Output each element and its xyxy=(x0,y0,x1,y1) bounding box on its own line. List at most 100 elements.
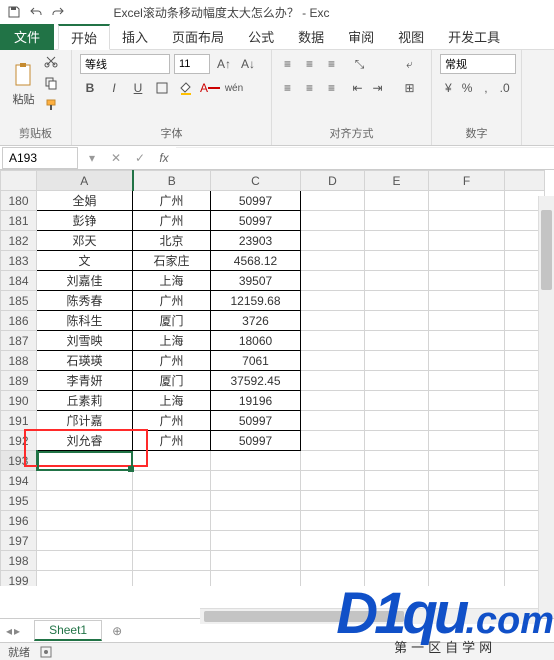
tab-insert[interactable]: 插入 xyxy=(110,24,160,50)
row-header[interactable]: 190 xyxy=(1,391,37,411)
cell[interactable]: 50997 xyxy=(211,431,301,451)
column-header[interactable]: D xyxy=(301,171,365,191)
cell[interactable] xyxy=(301,391,365,411)
cell[interactable] xyxy=(301,191,365,211)
row-header[interactable]: 193 xyxy=(1,451,37,471)
row-header[interactable]: 189 xyxy=(1,371,37,391)
column-header[interactable]: F xyxy=(429,171,505,191)
cell[interactable]: 刘允睿 xyxy=(37,431,133,451)
cell[interactable]: 刘嘉佳 xyxy=(37,271,133,291)
cell[interactable] xyxy=(301,211,365,231)
cell[interactable] xyxy=(133,451,211,471)
tab-nav-next-icon[interactable]: ▸ xyxy=(14,624,20,638)
cell[interactable] xyxy=(301,371,365,391)
merge-button[interactable]: ⊞ xyxy=(394,78,426,98)
cell[interactable] xyxy=(301,411,365,431)
cell[interactable] xyxy=(429,531,505,551)
cell[interactable] xyxy=(301,511,365,531)
cell[interactable] xyxy=(211,531,301,551)
tab-file[interactable]: 文件 xyxy=(0,24,54,50)
cell[interactable]: 7061 xyxy=(211,351,301,371)
column-header[interactable]: A xyxy=(37,171,133,191)
cell[interactable]: 李青妍 xyxy=(37,371,133,391)
cell[interactable] xyxy=(365,511,429,531)
cell[interactable] xyxy=(301,231,365,251)
tab-data[interactable]: 数据 xyxy=(286,24,336,50)
cell[interactable] xyxy=(133,551,211,571)
row-header[interactable]: 181 xyxy=(1,211,37,231)
cell[interactable] xyxy=(365,251,429,271)
column-header[interactable]: B xyxy=(133,171,211,191)
cell[interactable] xyxy=(365,531,429,551)
paste-button[interactable]: 粘贴 xyxy=(12,61,36,107)
tab-review[interactable]: 审阅 xyxy=(336,24,386,50)
cell[interactable] xyxy=(429,551,505,571)
undo-icon[interactable] xyxy=(28,4,44,20)
cell[interactable] xyxy=(429,231,505,251)
column-header[interactable]: E xyxy=(365,171,429,191)
cell[interactable]: 广州 xyxy=(133,191,211,211)
cell[interactable] xyxy=(133,531,211,551)
cell[interactable] xyxy=(429,471,505,491)
cell[interactable] xyxy=(429,331,505,351)
orientation-icon[interactable]: ⤡ xyxy=(348,54,372,74)
tab-page-layout[interactable]: 页面布局 xyxy=(160,24,236,50)
tab-developer[interactable]: 开发工具 xyxy=(436,24,512,50)
macro-record-icon[interactable] xyxy=(40,646,52,658)
cell[interactable]: 广州 xyxy=(133,431,211,451)
cell[interactable] xyxy=(365,191,429,211)
phonetic-button[interactable]: wén xyxy=(224,78,244,98)
cell[interactable]: 3726 xyxy=(211,311,301,331)
tab-view[interactable]: 视图 xyxy=(386,24,436,50)
row-header[interactable]: 197 xyxy=(1,531,37,551)
border-button[interactable] xyxy=(152,78,172,98)
cell[interactable] xyxy=(301,251,365,271)
cell[interactable] xyxy=(429,271,505,291)
cell[interactable] xyxy=(211,551,301,571)
cell[interactable]: 12159.68 xyxy=(211,291,301,311)
increase-font-icon[interactable]: A↑ xyxy=(214,54,234,74)
cell[interactable]: 18060 xyxy=(211,331,301,351)
cell[interactable] xyxy=(301,271,365,291)
cell[interactable] xyxy=(37,531,133,551)
cell[interactable]: 邝计嘉 xyxy=(37,411,133,431)
align-top-icon[interactable]: ≡ xyxy=(278,54,298,74)
cell[interactable]: 彭铮 xyxy=(37,211,133,231)
row-header[interactable]: 195 xyxy=(1,491,37,511)
cell[interactable]: 广州 xyxy=(133,411,211,431)
format-painter-icon[interactable] xyxy=(44,98,60,114)
copy-icon[interactable] xyxy=(44,76,60,92)
decrease-indent-icon[interactable]: ⇤ xyxy=(348,78,368,98)
cell[interactable]: 50997 xyxy=(211,411,301,431)
cell[interactable]: 上海 xyxy=(133,271,211,291)
comma-icon[interactable]: , xyxy=(478,78,495,98)
row-header[interactable]: 192 xyxy=(1,431,37,451)
cell[interactable] xyxy=(211,571,301,587)
cell[interactable] xyxy=(37,551,133,571)
row-header[interactable]: 199 xyxy=(1,571,37,587)
cell[interactable] xyxy=(365,571,429,587)
cell[interactable] xyxy=(133,511,211,531)
cell[interactable] xyxy=(429,291,505,311)
align-right-icon[interactable]: ≡ xyxy=(322,78,342,98)
italic-button[interactable]: I xyxy=(104,78,124,98)
cell[interactable] xyxy=(301,331,365,351)
fx-icon[interactable]: fx xyxy=(152,147,176,169)
align-bottom-icon[interactable]: ≡ xyxy=(322,54,342,74)
row-header[interactable]: 185 xyxy=(1,291,37,311)
cell[interactable] xyxy=(429,251,505,271)
increase-decimal-icon[interactable]: .0 xyxy=(496,78,513,98)
fill-color-button[interactable] xyxy=(176,78,196,98)
currency-icon[interactable]: ¥ xyxy=(440,78,457,98)
cell[interactable]: 全娟 xyxy=(37,191,133,211)
cell[interactable] xyxy=(429,371,505,391)
align-left-icon[interactable]: ≡ xyxy=(278,78,298,98)
cell[interactable] xyxy=(301,531,365,551)
bold-button[interactable]: B xyxy=(80,78,100,98)
cell[interactable] xyxy=(429,571,505,587)
name-box[interactable]: A193 xyxy=(2,147,78,169)
font-size-combo[interactable]: 11 xyxy=(174,54,210,74)
cell[interactable] xyxy=(429,351,505,371)
cell[interactable] xyxy=(365,211,429,231)
cell[interactable] xyxy=(133,491,211,511)
